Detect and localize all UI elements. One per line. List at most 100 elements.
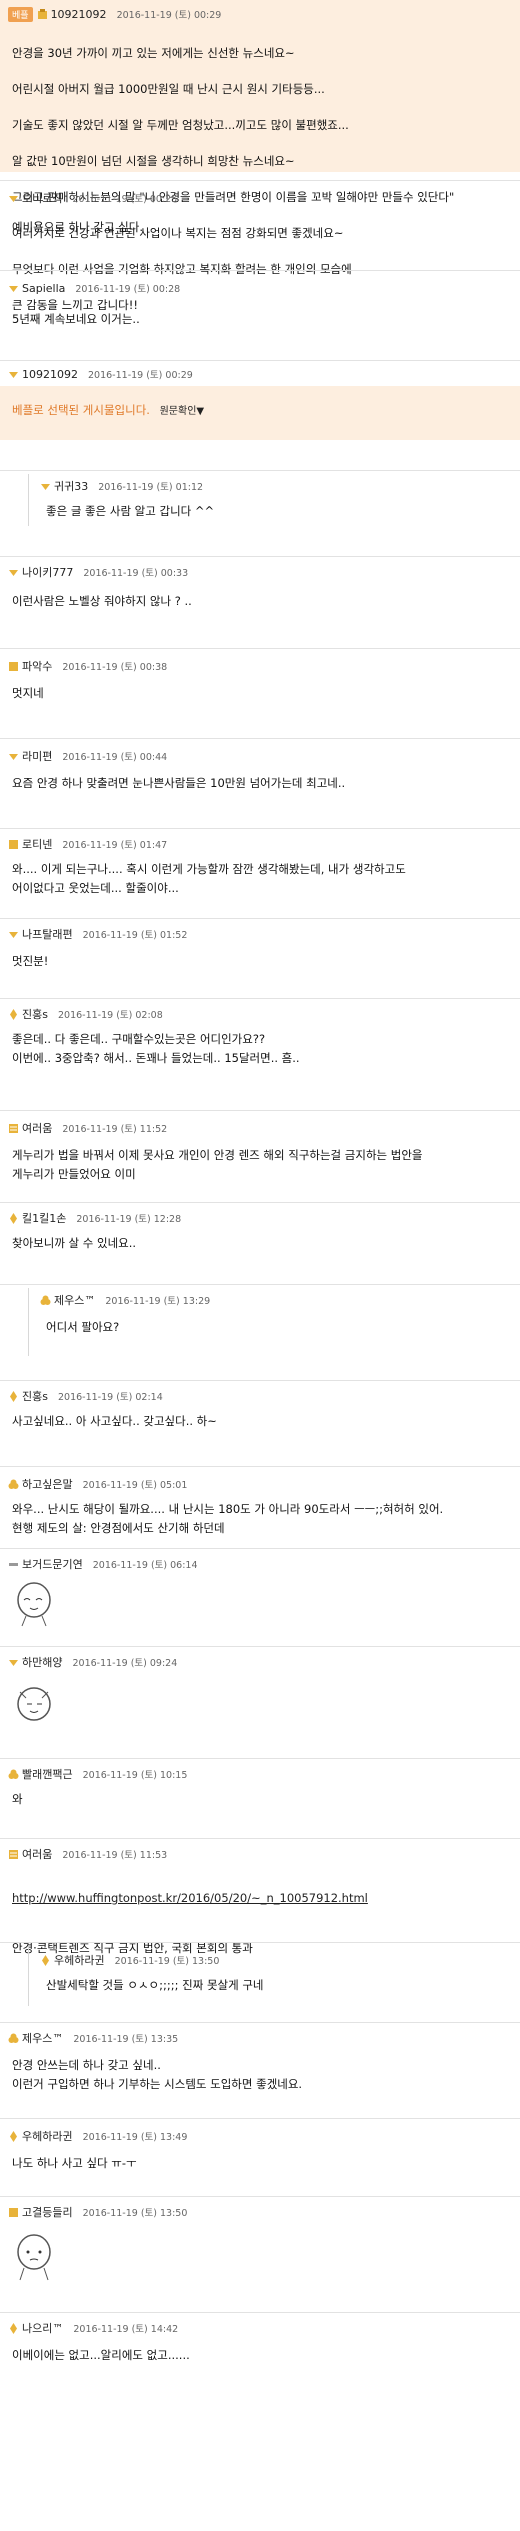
level-icon bbox=[8, 839, 19, 850]
author-nick[interactable]: 나프탈래편 bbox=[22, 926, 73, 942]
comment-item: 나이키777 2016-11-19 (토) 00:33 이런사람은 노벨상 줘야하… bbox=[0, 556, 520, 630]
divider bbox=[0, 2312, 520, 2313]
divider bbox=[0, 738, 520, 739]
level-icon bbox=[8, 369, 19, 380]
comment-item: Sapiella 2016-11-19 (토) 00:28 5년째 계속보네요 이… bbox=[0, 270, 520, 346]
author-nick[interactable]: 파악수 bbox=[22, 658, 52, 674]
level-icon bbox=[8, 2207, 19, 2218]
author-nick[interactable]: 라미편 bbox=[22, 748, 52, 764]
divider bbox=[0, 180, 520, 181]
author-nick[interactable]: 제우스™ bbox=[22, 2030, 63, 2046]
best-note-text: 베플로 선택된 게시물입니다. bbox=[12, 403, 150, 417]
comment-body: 멋진분! bbox=[12, 954, 49, 968]
author-nick[interactable]: 우헤하라귄 bbox=[54, 1952, 105, 1968]
comment-date: 2016-11-19 (토) 13:29 bbox=[105, 1296, 211, 1307]
comment-item: 보거드문기연 2016-11-19 (토) 06:14 bbox=[0, 1548, 520, 1638]
comment-body: 와.... 이게 되는구나.... 혹시 이런게 가능할까 잠깐 생각해봤는데,… bbox=[12, 862, 406, 895]
author-nick[interactable]: 오비로직 bbox=[22, 190, 62, 206]
author-nick[interactable]: 여러움 bbox=[22, 1846, 52, 1862]
author-nick[interactable]: 10921092 bbox=[51, 8, 107, 21]
best-line: 안경을 30년 가까이 끼고 있는 저에게는 신선한 뉴스네요~ bbox=[12, 46, 295, 60]
divider bbox=[0, 828, 520, 829]
author-nick[interactable]: 보거드문기연 bbox=[22, 1556, 83, 1572]
author-nick[interactable]: 하고싶은말 bbox=[22, 1476, 73, 1492]
comment-date: 2016-11-19 (토) 00:33 bbox=[83, 568, 189, 579]
comment-item: 진홍s 2016-11-19 (토) 02:08 좋은데.. 다 좋은데.. 구매… bbox=[0, 998, 520, 1082]
divider bbox=[0, 648, 520, 649]
divider bbox=[0, 918, 520, 919]
comment-body: 요즘 안경 하나 맞출려면 눈나쁜사람들은 10만원 넘어가는데 최고네.. bbox=[12, 776, 346, 790]
divider bbox=[0, 1758, 520, 1759]
comment-body: 예비용으로 하나 갖고 싶다. bbox=[12, 220, 144, 234]
author-nick[interactable]: 나이키777 bbox=[22, 564, 73, 580]
reply-indent-bar bbox=[28, 1946, 29, 2006]
comment-date: 2016-11-19 (토) 11:52 bbox=[62, 1124, 168, 1135]
reply-indent-bar bbox=[28, 1288, 29, 1356]
emoticon-image bbox=[10, 1576, 60, 1631]
author-nick[interactable]: 진홍s bbox=[22, 1388, 48, 1404]
comment-item: 여러움 2016-11-19 (토) 11:52 게누리가 법을 바꿔서 이제 못… bbox=[0, 1110, 520, 1196]
author-nick[interactable]: 진홍s bbox=[22, 1006, 48, 1022]
author-nick[interactable]: Sapiella bbox=[22, 282, 65, 295]
comment-date: 2016-11-19 (토) 00:44 bbox=[62, 752, 168, 763]
comment-item: 나프탈래편 2016-11-19 (토) 01:52 멋진분! bbox=[0, 918, 520, 988]
external-link[interactable]: http://www.huffingtonpost.kr/2016/05/20/… bbox=[12, 1889, 512, 1908]
level-icon bbox=[8, 929, 19, 940]
comment-body: 사고싶네요.. 아 사고싶다.. 갖고싶다.. 하~ bbox=[12, 1414, 217, 1428]
divider bbox=[0, 1284, 520, 1285]
divider bbox=[0, 1942, 520, 1943]
comment-body: 멋지네 bbox=[12, 686, 44, 700]
comment-body: 나도 하나 사고 싶다 ㅠ-ㅜ bbox=[12, 2156, 137, 2170]
comment-date: 2016-11-19 (토) 09:24 bbox=[72, 1658, 178, 1669]
comment-body: 좋은데.. 다 좋은데.. 구매할수있는곳은 어디인가요?? 이번에.. 3중압… bbox=[12, 1032, 300, 1065]
comment-date: 2016-11-19 (토) 00:29 bbox=[88, 370, 193, 381]
level-icon bbox=[8, 1390, 19, 1402]
divider bbox=[0, 998, 520, 999]
author-nick[interactable]: 고결등들리 bbox=[22, 2204, 73, 2220]
author-nick[interactable]: 나으리™ bbox=[22, 2320, 63, 2336]
best-badge: 베플 bbox=[8, 6, 33, 22]
comment-item: 라미편 2016-11-19 (토) 00:44 요즘 안경 하나 맞출려면 눈나… bbox=[0, 738, 520, 814]
reply-indent-bar bbox=[28, 474, 29, 526]
emoticon-image bbox=[10, 2228, 60, 2287]
author-nick[interactable]: 빨래깬팩근 bbox=[22, 1766, 73, 1782]
author-nick[interactable]: 우헤하라귄 bbox=[22, 2128, 73, 2144]
comment-date: 2016-11-19 (토) 11:53 bbox=[62, 1850, 168, 1861]
comment-item: 제우스™ 2016-11-19 (토) 13:35 안경 안쓰는데 하나 갖고 싶… bbox=[0, 2022, 520, 2106]
level-icon bbox=[8, 1559, 19, 1570]
comment-date: 2016-11-19 (토) 05:01 bbox=[82, 1480, 188, 1491]
best-line: 기술도 좋지 않았던 시절 알 두께만 엄청났고...끼고도 많이 불편했죠..… bbox=[12, 118, 349, 132]
level-icon bbox=[40, 481, 51, 492]
comment-item: 우헤하라귄 2016-11-19 (토) 13:49 나도 하나 사고 싶다 ㅠ-… bbox=[0, 2118, 520, 2188]
author-nick[interactable]: 제우스™ bbox=[54, 1292, 95, 1308]
author-nick[interactable]: 10921092 bbox=[22, 368, 78, 381]
author-nick[interactable]: 킬1킬1손 bbox=[22, 1210, 66, 1226]
best-line: 어린시절 아버지 월급 1000만원일 때 난시 근시 원시 기타등등... bbox=[12, 82, 325, 96]
view-original-link[interactable]: 원문확인▼ bbox=[160, 402, 205, 417]
level-icon bbox=[8, 283, 19, 294]
comment-date: 2016-11-19 (토) 00:25 bbox=[72, 194, 178, 205]
level-icon bbox=[8, 1849, 19, 1860]
level-icon bbox=[8, 1212, 19, 1224]
comment-date: 2016-11-19 (토) 00:38 bbox=[62, 662, 168, 673]
author-nick[interactable]: 귀귀33 bbox=[54, 478, 88, 494]
divider bbox=[0, 1548, 520, 1549]
divider bbox=[0, 2022, 520, 2023]
best-post-header: 베플 10921092 2016-11-19 (토) 00:29 bbox=[8, 6, 221, 22]
comment-body: 와 bbox=[12, 1792, 23, 1806]
comment-item: 빨래깬팩근 2016-11-19 (토) 10:15 와 bbox=[0, 1758, 520, 1822]
comment-date: 2016-11-19 (토) 00:29 bbox=[116, 10, 222, 21]
level-icon bbox=[8, 1479, 19, 1490]
comment-date: 2016-11-19 (토) 01:12 bbox=[98, 482, 204, 493]
level-icon bbox=[8, 193, 19, 204]
level-icon bbox=[8, 2130, 19, 2142]
comment-body: 와우... 난시도 해당이 될까요.... 내 난시는 180도 가 아니라 9… bbox=[12, 1502, 444, 1535]
divider bbox=[0, 1646, 520, 1647]
level-icon bbox=[8, 751, 19, 762]
author-nick[interactable]: 여러움 bbox=[22, 1120, 52, 1136]
comment-date: 2016-11-19 (토) 01:47 bbox=[62, 840, 168, 851]
level-icon bbox=[8, 1769, 19, 1780]
comment-date: 2016-11-19 (토) 13:49 bbox=[82, 2132, 188, 2143]
author-nick[interactable]: 로티넨 bbox=[22, 836, 52, 852]
author-nick[interactable]: 하만해양 bbox=[22, 1654, 62, 1670]
